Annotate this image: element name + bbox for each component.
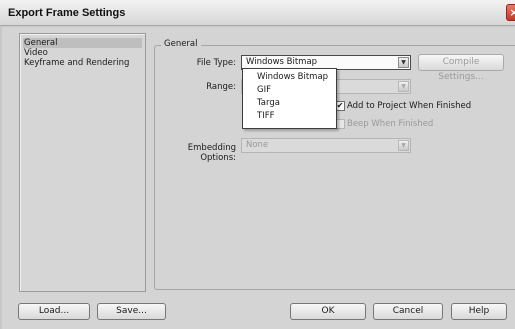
ok-button[interactable]: OK [290, 303, 366, 320]
embedding-options-label: Embedding Options: [187, 143, 236, 163]
embedding-options-value: None [246, 140, 269, 150]
cancel-button[interactable]: Cancel [373, 303, 443, 320]
help-button[interactable]: Help [451, 303, 507, 320]
compile-settings-button[interactable]: Compile Settings... [418, 54, 504, 82]
range-label: Range: [206, 82, 236, 92]
cancel-button-label: Cancel [392, 306, 424, 316]
window-title: Export Frame Settings [8, 7, 126, 19]
close-icon: × [509, 6, 515, 19]
dropdown-option-targa[interactable]: Targa [243, 97, 336, 110]
sidebar-item-general[interactable]: General [23, 38, 142, 48]
settings-category-list[interactable]: General Video Keyframe and Rendering [19, 33, 146, 292]
ok-button-label: OK [321, 306, 335, 316]
checkmark-icon: ✔ [336, 101, 344, 110]
dropdown-arrow-icon: ▼ [398, 140, 409, 151]
file-type-value: Windows Bitmap [246, 57, 318, 67]
save-button-label: Save... [116, 306, 147, 316]
dropdown-option-gif[interactable]: GIF [243, 84, 336, 97]
load-button-label: Load... [38, 306, 70, 316]
file-type-label: File Type: [196, 58, 236, 68]
help-button-label: Help [468, 306, 490, 316]
sidebar-item-video[interactable]: Video [23, 48, 142, 58]
close-button[interactable]: × [506, 4, 515, 21]
dropdown-arrow-icon: ▼ [398, 57, 409, 68]
dropdown-arrow-icon: ▼ [398, 81, 409, 92]
embedding-options-select[interactable]: None ▼ [241, 138, 411, 153]
beep-when-finished-label: Beep When Finished [347, 119, 434, 129]
add-to-project-label: Add to Project When Finished [347, 101, 472, 111]
load-button[interactable]: Load... [18, 303, 90, 320]
compile-settings-label: Compile Settings... [438, 57, 484, 82]
dropdown-option-tiff[interactable]: TIFF [243, 110, 336, 123]
save-button[interactable]: Save... [97, 303, 166, 320]
dropdown-option-windows-bitmap[interactable]: Windows Bitmap [243, 71, 336, 84]
title-bar[interactable]: Export Frame Settings × [0, 0, 515, 26]
file-type-dropdown-list[interactable]: Windows Bitmap GIF Targa TIFF [242, 68, 337, 129]
sidebar-item-keyframe-rendering[interactable]: Keyframe and Rendering [23, 58, 142, 68]
general-group-title: General [161, 39, 201, 49]
